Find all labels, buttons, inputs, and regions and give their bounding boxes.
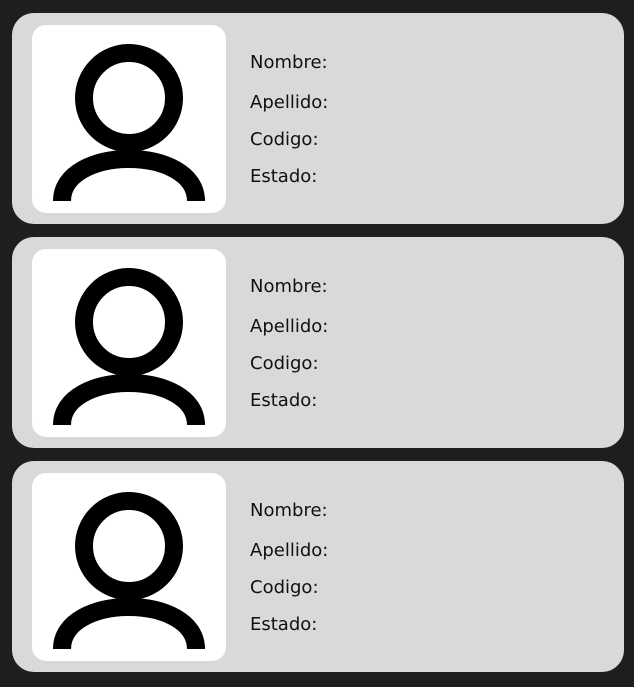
student-card-list: Nombre: Apellido: Codigo: Estado: Nombre… bbox=[12, 13, 624, 685]
student-card[interactable]: Nombre: Apellido: Codigo: Estado: bbox=[12, 461, 624, 672]
user-icon bbox=[53, 492, 205, 651]
nombre-label: Nombre: bbox=[250, 500, 328, 521]
codigo-label: Codigo: bbox=[250, 353, 319, 374]
estado-label: Estado: bbox=[250, 166, 318, 187]
codigo-label: Codigo: bbox=[250, 577, 319, 598]
user-icon bbox=[53, 44, 205, 203]
codigo-label: Codigo: bbox=[250, 129, 319, 150]
apellido-label: Apellido: bbox=[250, 316, 329, 337]
avatar bbox=[32, 473, 226, 661]
estado-label: Estado: bbox=[250, 614, 318, 635]
apellido-label: Apellido: bbox=[250, 540, 329, 561]
student-card[interactable]: Nombre: Apellido: Codigo: Estado: bbox=[12, 13, 624, 224]
avatar bbox=[32, 25, 226, 213]
nombre-label: Nombre: bbox=[250, 276, 328, 297]
student-card[interactable]: Nombre: Apellido: Codigo: Estado: bbox=[12, 237, 624, 448]
avatar bbox=[32, 249, 226, 437]
nombre-label: Nombre: bbox=[250, 52, 328, 73]
apellido-label: Apellido: bbox=[250, 92, 329, 113]
user-icon bbox=[53, 268, 205, 427]
estado-label: Estado: bbox=[250, 390, 318, 411]
